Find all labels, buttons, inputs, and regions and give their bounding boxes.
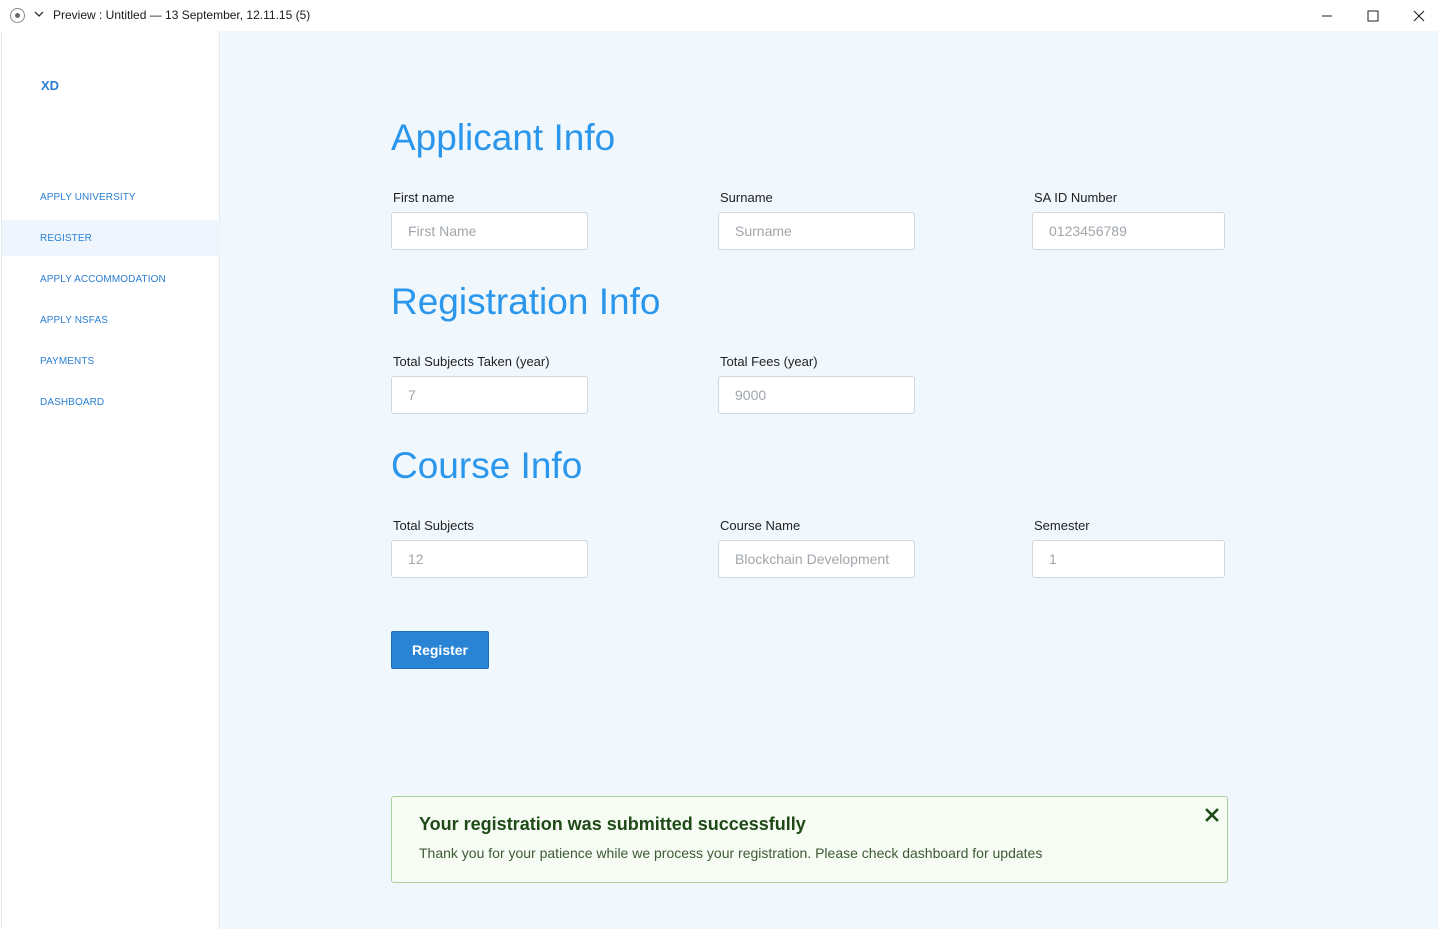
sidebar-item-apply-nsfas[interactable]: APPLY NSFAS <box>2 302 221 338</box>
minimize-button[interactable] <box>1304 0 1350 31</box>
sidebar-item-register[interactable]: REGISTER <box>2 220 221 256</box>
total-fees-input[interactable] <box>718 376 915 414</box>
sidebar: XD APPLY UNIVERSITY REGISTER APPLY ACCOM… <box>1 31 221 929</box>
first-name-input[interactable] <box>391 212 588 250</box>
total-subjects-input[interactable] <box>391 540 588 578</box>
sidebar-item-apply-university[interactable]: APPLY UNIVERSITY <box>2 179 221 215</box>
total-fees-label: Total Fees (year) <box>720 354 818 369</box>
surname-input[interactable] <box>718 212 915 250</box>
register-button[interactable]: Register <box>391 631 489 669</box>
surname-label: Surname <box>720 190 773 205</box>
semester-label: Semester <box>1034 518 1090 533</box>
course-name-input[interactable] <box>718 540 915 578</box>
success-alert: Your registration was submitted successf… <box>391 796 1228 883</box>
close-window-button[interactable] <box>1396 0 1438 31</box>
chevron-down-icon[interactable] <box>33 7 45 21</box>
maximize-button[interactable] <box>1350 0 1396 31</box>
close-icon[interactable] <box>1204 807 1220 823</box>
subjects-taken-input[interactable] <box>391 376 588 414</box>
course-info-heading: Course Info <box>391 445 583 486</box>
record-icon[interactable] <box>10 8 25 23</box>
id-number-label: SA ID Number <box>1034 190 1118 205</box>
sidebar-item-apply-accommodation[interactable]: APPLY ACCOMMODATION <box>2 261 221 297</box>
first-name-label: First name <box>393 190 455 205</box>
maximize-icon <box>1367 10 1379 21</box>
subjects-taken-label: Total Subjects Taken (year) <box>393 354 550 369</box>
course-name-label: Course Name <box>720 518 801 533</box>
applicant-info-heading: Applicant Info <box>391 117 616 158</box>
semester-input[interactable] <box>1032 540 1225 578</box>
window-title: Preview : Untitled — 13 September, 12.11… <box>53 8 311 22</box>
window-titlebar: Preview : Untitled — 13 September, 12.11… <box>0 0 1438 31</box>
logo: XD <box>41 78 60 93</box>
total-subjects-label: Total Subjects <box>393 518 474 533</box>
sidebar-item-dashboard[interactable]: DASHBOARD <box>2 384 221 420</box>
sidebar-item-payments[interactable]: PAYMENTS <box>2 343 221 379</box>
minimize-icon <box>1322 15 1332 16</box>
main-content: Applicant Info First name Surname SA ID … <box>220 31 1438 929</box>
alert-title: Your registration was submitted successf… <box>419 814 806 834</box>
alert-message: Thank you for your patience while we pro… <box>419 845 1043 861</box>
close-icon <box>1413 10 1425 21</box>
id-number-input[interactable] <box>1032 212 1225 250</box>
registration-info-heading: Registration Info <box>391 281 661 322</box>
